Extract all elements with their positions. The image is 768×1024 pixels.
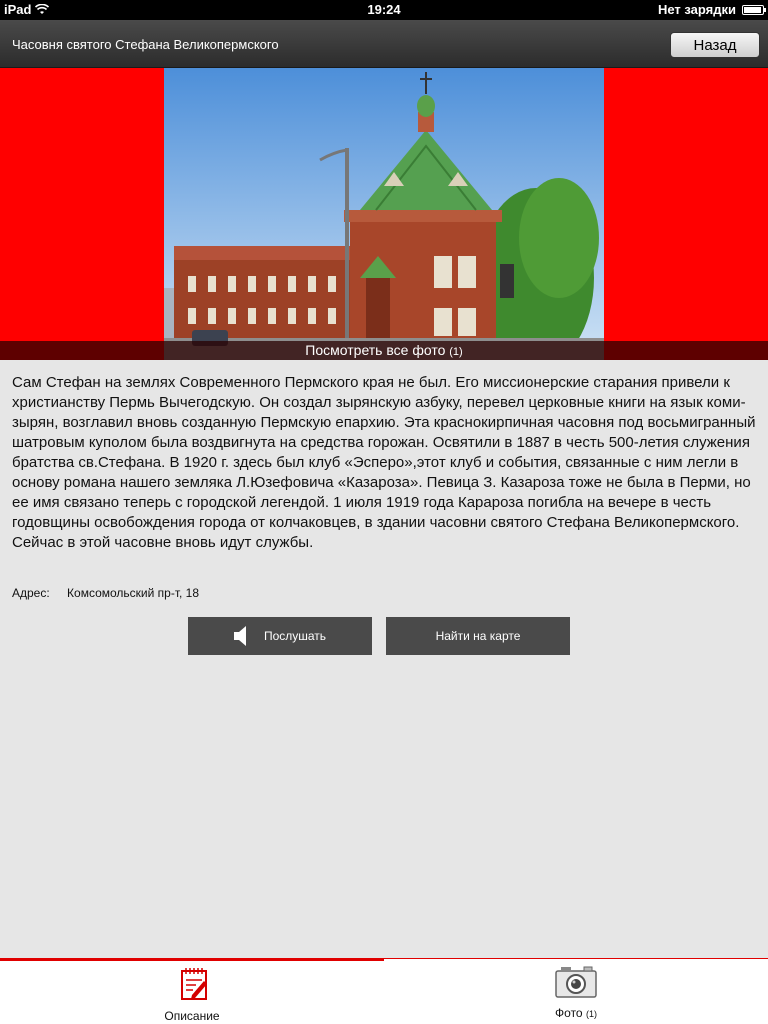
address-line: Адрес: Комсомольский пр-т, 18 [12,586,199,600]
back-button[interactable]: Назад [670,32,760,58]
listen-label: Послушать [263,629,327,643]
tab-bar: Описание Фото (1) [0,958,768,1024]
tab-description-text: Описание [164,1009,220,1023]
find-on-map-button[interactable]: Найти на карте [386,617,570,655]
camera-icon [555,966,597,998]
view-all-photos-link[interactable]: Посмотреть все фото (1) [0,341,768,360]
status-time: 19:24 [367,2,401,17]
description-text: Сам Стефан на землях Современного Пермск… [12,374,756,551]
status-bar: iPad 19:24 Нет зарядки [0,0,768,20]
listen-button[interactable]: Послушать [188,617,372,655]
tab-photo[interactable]: Фото (1) [384,958,768,1024]
view-all-label: Посмотреть все фото [305,342,446,358]
speaker-icon [234,626,246,646]
status-right: Нет зарядки [657,2,766,17]
page-title: Часовня святого Стефана Великопермского [12,37,279,52]
notepad-icon [181,968,207,1000]
battery-icon [742,4,766,15]
photo-gallery[interactable]: Посмотреть все фото (1) [0,68,768,360]
find-on-map-label: Найти на карте [435,629,521,643]
address-value: Комсомольский пр-т, 18 [67,586,200,600]
chapel-photo[interactable] [164,68,604,360]
view-all-count: (1) [449,346,463,358]
tab-photo-count: (1) [585,1009,597,1019]
tab-description-label: Описание [0,1009,384,1023]
charging-status: Нет зарядки [657,2,736,17]
tab-photo-label: Фото (1) [384,1006,768,1020]
navigation-bar: Часовня святого Стефана Великопермского … [0,20,768,68]
tab-description[interactable]: Описание [0,958,384,1024]
tab-photo-text: Фото [555,1006,583,1020]
address-label: Адрес: [12,586,50,600]
